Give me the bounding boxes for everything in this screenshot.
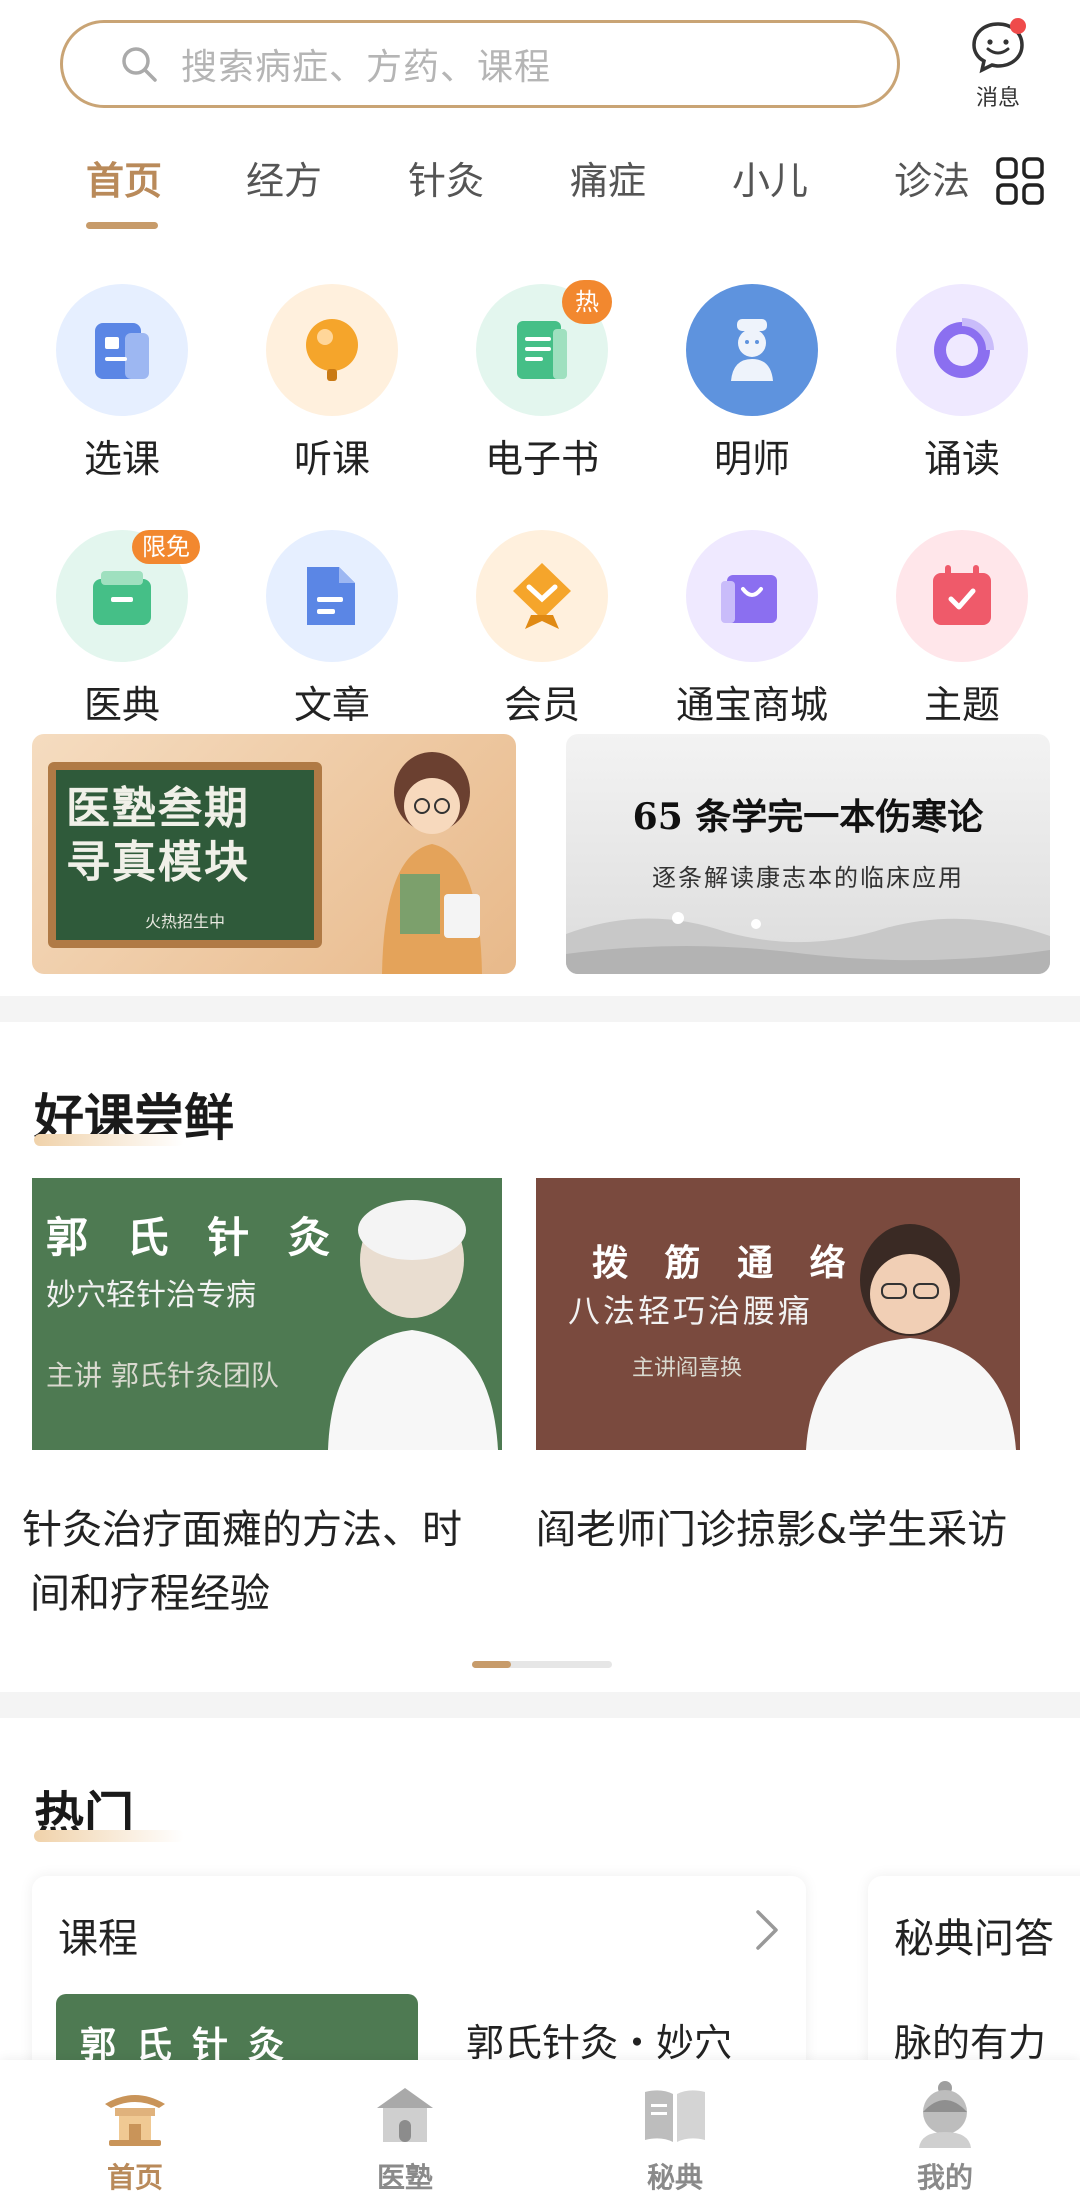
tab-jingfang[interactable]: 经方 xyxy=(246,150,322,205)
course-description[interactable]: 阎老师门诊掠影&学生采访 xyxy=(536,1498,1036,1562)
entry-member[interactable]: 会员 xyxy=(452,530,632,729)
nav-label: 首页 xyxy=(106,2161,163,2194)
entry-topic[interactable]: 主题 xyxy=(872,530,1052,729)
ink-landscape-illustration xyxy=(566,912,1050,974)
hot-card-secret-qa[interactable]: 秘典问答 脉的有力 xyxy=(868,1876,1080,2076)
course-thumbnail[interactable]: 郭 氏 针 灸 妙穴轻针治专病 主讲 郭氏针灸团队 xyxy=(32,1178,502,1450)
category-tabs: 首页 经方 针灸 痛症 小儿 诊法 xyxy=(0,150,1080,230)
entry-label: 会员 xyxy=(503,683,580,727)
shop-icon xyxy=(721,575,777,623)
entry-recite[interactable]: 诵读 xyxy=(872,284,1052,483)
thumbnail-title: 郭 氏 针 灸 xyxy=(46,1213,342,1262)
entry-label: 医典 xyxy=(83,683,160,727)
title-underline xyxy=(34,1830,184,1842)
chalkboard: 医塾叁期 寻真模块 火热招生中 xyxy=(48,762,322,948)
listen-icon xyxy=(306,319,358,381)
topic-icon xyxy=(933,565,991,625)
pavilion-icon xyxy=(105,2095,165,2146)
thumbnail-lecturer: 主讲阎喜换 xyxy=(632,1356,743,1381)
banner-shanghanlun[interactable]: 65 条学完一本伤寒论 逐条解读康志本的临床应用 xyxy=(566,734,1050,974)
course-title[interactable]: 郭氏针灸・妙穴 xyxy=(466,2012,732,2067)
page-indicator-fill xyxy=(472,1661,512,1668)
search-icon xyxy=(122,47,157,82)
hot-card-courses[interactable]: 课程 郭氏针灸 郭氏针灸・妙穴 xyxy=(32,1876,806,2076)
message-label: 消息 xyxy=(975,86,1020,111)
course-select-icon xyxy=(95,323,149,379)
nav-label: 我的 xyxy=(916,2161,973,2194)
teacher-illustration xyxy=(382,752,482,974)
tab-diagnosis[interactable]: 诊法 xyxy=(894,150,970,205)
course-thumbnail[interactable]: 拨 筋 通 络 八法轻巧治腰痛 主讲阎喜换 xyxy=(536,1178,1020,1450)
banner-yishu-enrollment[interactable]: 医塾叁期 寻真模块 火热招生中 xyxy=(32,734,516,974)
recite-icon xyxy=(934,318,994,378)
section-divider xyxy=(0,996,1080,1022)
nav-label: 医塾 xyxy=(376,2161,433,2194)
lecturer-photo xyxy=(328,1200,498,1450)
banner-title: 医塾叁期 寻真模块 xyxy=(66,783,250,888)
tab-pain[interactable]: 痛症 xyxy=(570,150,646,205)
nav-mine[interactable]: 我的 xyxy=(875,2078,1015,2196)
tab-acupuncture[interactable]: 针灸 xyxy=(408,150,484,205)
nav-label: 秘典 xyxy=(646,2161,703,2194)
all-categories-icon[interactable] xyxy=(995,156,1045,206)
thumbnail-subtitle: 八法轻巧治腰痛 xyxy=(568,1292,814,1330)
hot-badge: 热 xyxy=(562,280,612,324)
entry-label: 诵读 xyxy=(923,437,1000,481)
banner-title: 65 条学完一本伤寒论 xyxy=(632,796,984,838)
tab-pediatrics[interactable]: 小儿 xyxy=(732,150,808,205)
ebook-icon xyxy=(517,321,567,379)
thumbnail-subtitle: 妙穴轻针治专病 xyxy=(46,1278,256,1313)
nav-home[interactable]: 首页 xyxy=(65,2078,205,2196)
entry-classic[interactable]: 限免 医典 xyxy=(32,530,212,729)
member-icon xyxy=(513,563,571,629)
profile-avatar-icon xyxy=(919,2081,971,2148)
bottom-navigation: 首页 医塾 秘典 我的 xyxy=(0,2060,1080,2208)
nav-midian[interactable]: 秘典 xyxy=(605,2078,745,2196)
search-placeholder: 搜索病症、方药、课程 xyxy=(181,47,552,88)
carousel-page-indicator xyxy=(472,1661,612,1668)
entry-label: 通宝商城 xyxy=(675,683,828,727)
entry-teacher[interactable]: 明师 xyxy=(662,284,842,483)
chevron-right-icon[interactable] xyxy=(748,1906,784,1954)
qa-title[interactable]: 脉的有力 xyxy=(894,2012,1046,2067)
entry-label: 主题 xyxy=(923,683,1000,727)
thumbnail-lecturer: 主讲 郭氏针灸团队 xyxy=(46,1359,279,1392)
free-badge: 限免 xyxy=(132,530,200,564)
chat-bubble-icon xyxy=(972,18,1026,74)
entry-label: 选课 xyxy=(83,437,160,481)
course-description[interactable]: 针灸治疗面瘫的方法、时间和疗程经验 xyxy=(0,1498,500,1626)
nav-yishu[interactable]: 医塾 xyxy=(335,2078,475,2196)
section-divider xyxy=(0,1692,1080,1718)
search-input[interactable]: 搜索病症、方药、课程 xyxy=(60,20,900,108)
lecturer-photo xyxy=(806,1224,1016,1450)
banner-subtitle: 火热招生中 xyxy=(144,912,225,931)
title-underline xyxy=(34,1134,184,1146)
entry-label: 明师 xyxy=(713,437,790,481)
active-tab-indicator xyxy=(86,222,158,229)
open-book-icon xyxy=(645,2090,705,2142)
teacher-icon xyxy=(731,319,773,381)
entry-label: 电子书 xyxy=(484,437,599,481)
school-house-icon xyxy=(377,2088,433,2142)
tab-home[interactable]: 首页 xyxy=(86,150,162,205)
entry-article[interactable]: 文章 xyxy=(242,530,422,729)
classic-icon xyxy=(93,571,151,625)
card-header: 秘典问答 xyxy=(894,1916,1054,1962)
article-icon xyxy=(307,567,355,625)
entry-listen[interactable]: 听课 xyxy=(242,284,422,483)
entry-label: 听课 xyxy=(293,437,370,481)
entry-label: 文章 xyxy=(293,683,370,727)
message-button[interactable]: 消息 xyxy=(960,16,1036,112)
entry-shop[interactable]: 通宝商城 xyxy=(662,530,842,729)
card-header: 课程 xyxy=(58,1916,138,1962)
entry-ebook[interactable]: 热 电子书 xyxy=(452,280,632,483)
entry-course-select[interactable]: 选课 xyxy=(32,284,212,483)
